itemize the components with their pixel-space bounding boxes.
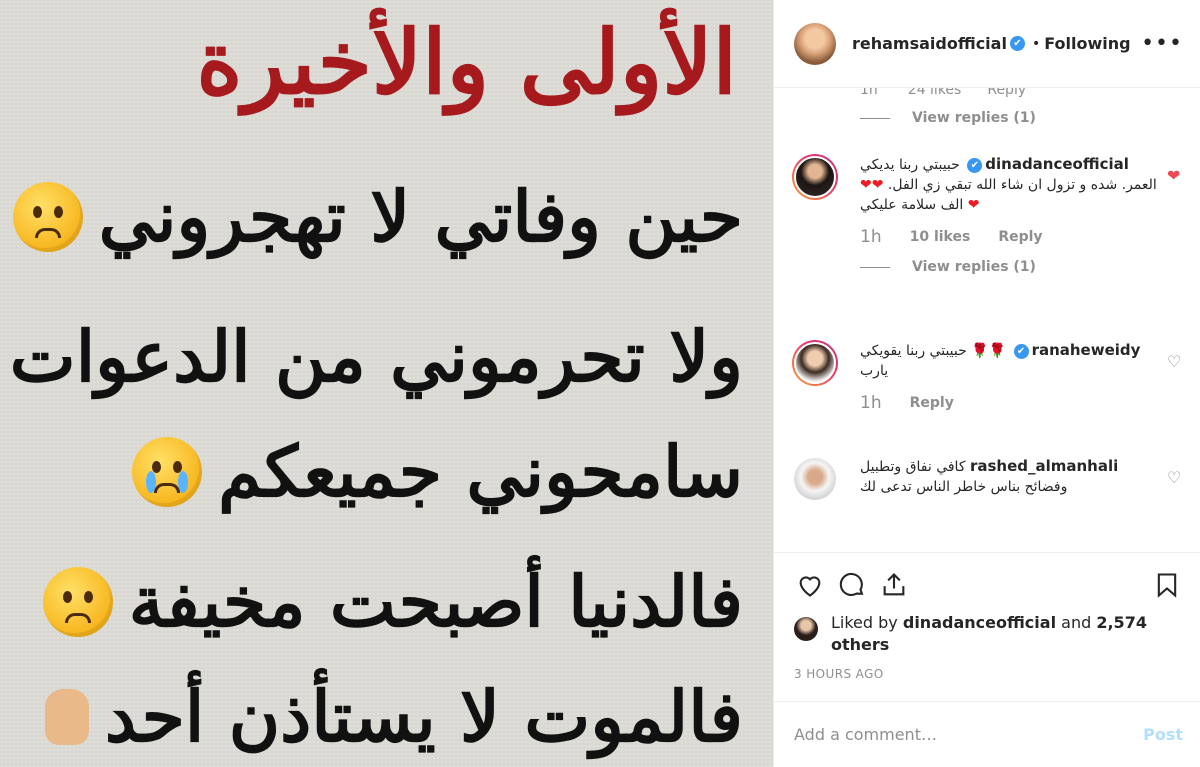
raised-hand-icon (44, 688, 89, 745)
post-image[interactable]: الأولى والأخيرة حين وفاتي لا تهجروني ولا… (0, 0, 773, 767)
post-sidebar: rehamsaidofficial ✔ • Following ••• 1h 2… (773, 0, 1200, 767)
likes-prefix: Liked by (831, 613, 898, 632)
commenter-avatar[interactable] (794, 458, 836, 500)
author-avatar[interactable] (794, 22, 836, 65)
add-comment-bar: Post (774, 701, 1200, 767)
tired-face-icon (42, 566, 113, 637)
view-replies-button[interactable]: View replies (1) (860, 257, 1157, 277)
author-info: rehamsaidofficial ✔ • Following (852, 34, 1131, 53)
comment-body: حبيبتي ربنا يقويكي يارب (860, 343, 967, 379)
reply-button[interactable]: Reply (987, 88, 1026, 98)
comment-likes[interactable]: 10 likes (910, 227, 971, 247)
image-line-2-text: ولا تحرموني من الدعوات (9, 315, 743, 398)
share-upload-icon[interactable] (876, 567, 912, 603)
partial-comment-meta: 1h 24 likes Reply (860, 88, 1026, 98)
comment-time: 1h (860, 393, 882, 413)
image-line-3-text: سامحوني جميعكم (218, 430, 743, 513)
image-line-1: حين وفاتي لا تهجروني (12, 175, 743, 258)
view-replies-label: View replies (1) (912, 110, 1036, 126)
likes-summary: Liked by dinadanceofficial and 2,574 oth… (794, 612, 1184, 656)
view-replies-button[interactable]: View replies (1) (860, 110, 1036, 126)
replies-divider (860, 266, 890, 268)
verified-badge-icon: ✔ (1013, 343, 1029, 359)
more-options-icon[interactable]: ••• (1141, 31, 1183, 56)
comment-text: ranaheweidy✔ 🌹🌹 حبيبتي ربنا يقويكي يارب (860, 340, 1157, 381)
header-separator: • (1031, 35, 1041, 52)
commenter-username[interactable]: rashed_almanhali (970, 457, 1118, 475)
comment-text: dinadanceofficial✔ حبيبتي ربنا يديكي الع… (860, 154, 1157, 215)
comment-input[interactable] (794, 725, 1144, 744)
comment-time: 1h (860, 227, 882, 247)
comment-item: ranaheweidy✔ 🌹🌹 حبيبتي ربنا يقويكي يارب … (792, 340, 1187, 413)
following-button[interactable]: Following (1044, 34, 1130, 53)
like-heart-icon[interactable] (792, 567, 828, 603)
comment-like-heart-icon[interactable]: ❤ (1167, 168, 1183, 184)
comment-body-end: الف سلامة عليكي (860, 197, 964, 213)
likes-and: and (1061, 613, 1092, 632)
comments-list[interactable]: 1h 24 likes Reply View replies (1) dinad… (774, 88, 1200, 552)
comment-likes[interactable]: 24 likes (908, 88, 962, 98)
image-title: الأولى والأخيرة (196, 10, 737, 114)
image-line-2: ولا تحرموني من الدعوات (10, 315, 743, 398)
commenter-avatar[interactable] (792, 340, 838, 386)
reply-button[interactable]: Reply (998, 227, 1042, 247)
commenter-username[interactable]: dinadanceofficial (985, 155, 1129, 173)
verified-badge-icon: ✔ (967, 157, 983, 173)
image-line-4: فالدنيا أصبحت مخيفة (42, 560, 743, 643)
replies-divider (860, 117, 890, 119)
liker-username[interactable]: dinadanceofficial (903, 613, 1056, 632)
comment-like-heart-icon[interactable]: ♡ (1167, 354, 1183, 370)
bookmark-icon[interactable] (1149, 567, 1185, 603)
post-comment-button[interactable]: Post (1143, 725, 1183, 744)
post-timestamp[interactable]: 3 HOURS AGO (794, 667, 884, 681)
comment-meta: 1h Reply (860, 393, 1157, 413)
comment-time: 1h (860, 88, 878, 98)
image-line-4-text: فالدنيا أصبحت مخيفة (128, 560, 743, 643)
comment-bubble-icon[interactable] (834, 567, 870, 603)
liker-avatar[interactable] (794, 617, 818, 641)
comment-text: rashed_almanhali كافي نفاق وتطبيل وفضائح… (860, 456, 1157, 497)
verified-badge-icon: ✔ (1009, 36, 1025, 51)
reply-button[interactable]: Reply (910, 393, 954, 413)
comment-meta: 1h 10 likes Reply (860, 227, 1157, 247)
image-line-1-text: حين وفاتي لا تهجروني (98, 175, 743, 258)
rose-emoji-icon: 🌹🌹 (971, 343, 1007, 359)
comment-like-heart-icon[interactable]: ♡ (1167, 470, 1183, 486)
image-line-3: سامحوني جميعكم (132, 430, 743, 513)
comment-item: rashed_almanhali كافي نفاق وتطبيل وفضائح… (792, 456, 1187, 500)
view-replies-label: View replies (1) (912, 259, 1036, 275)
commenter-username[interactable]: ranaheweidy (1032, 341, 1141, 359)
commenter-avatar[interactable] (792, 154, 838, 200)
post-actions (774, 552, 1200, 616)
post-header: rehamsaidofficial ✔ • Following ••• (774, 0, 1200, 88)
author-username[interactable]: rehamsaidofficial (852, 34, 1007, 53)
worried-face-icon (12, 181, 83, 252)
image-line-5: فالموت لا يستأذن أحد (44, 675, 743, 758)
crying-face-icon (132, 436, 203, 507)
comment-item: dinadanceofficial✔ حبيبتي ربنا يديكي الع… (792, 154, 1187, 277)
image-line-5-text: فالموت لا يستأذن أحد (104, 675, 743, 758)
